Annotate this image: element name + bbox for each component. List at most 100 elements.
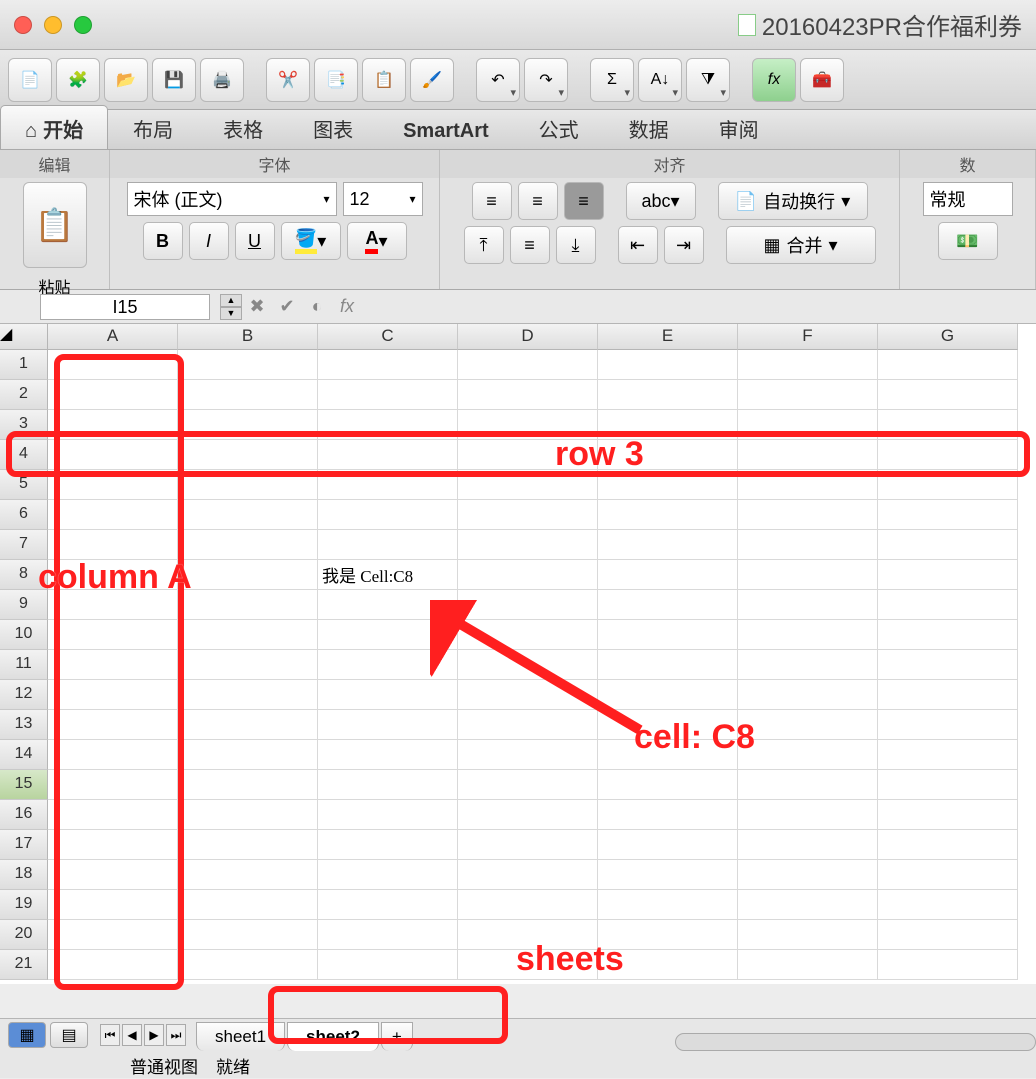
- font-size-combo[interactable]: 12▾: [343, 182, 423, 216]
- col-header-E[interactable]: E: [598, 324, 738, 350]
- cell[interactable]: [48, 680, 178, 710]
- cell[interactable]: [48, 530, 178, 560]
- cell[interactable]: [458, 350, 598, 380]
- col-header-B[interactable]: B: [178, 324, 318, 350]
- cell[interactable]: [318, 380, 458, 410]
- open-button[interactable]: 📂: [104, 58, 148, 102]
- row-header-16[interactable]: 16: [0, 800, 48, 830]
- cell[interactable]: [458, 530, 598, 560]
- align-top-button[interactable]: ⤒: [464, 226, 504, 264]
- sheet-tab-1[interactable]: sheet1: [196, 1022, 285, 1051]
- cell[interactable]: [598, 680, 738, 710]
- cell[interactable]: [48, 950, 178, 980]
- cell[interactable]: [738, 710, 878, 740]
- cell[interactable]: [178, 650, 318, 680]
- cell[interactable]: [598, 500, 738, 530]
- row-header-2[interactable]: 2: [0, 380, 48, 410]
- cell[interactable]: [878, 500, 1018, 530]
- paste-button[interactable]: 📋: [362, 58, 406, 102]
- cell[interactable]: [318, 680, 458, 710]
- print-button[interactable]: 🖨️: [200, 58, 244, 102]
- cell[interactable]: [178, 470, 318, 500]
- align-left-button[interactable]: ≡: [472, 182, 512, 220]
- cell[interactable]: [458, 500, 598, 530]
- cell[interactable]: [178, 440, 318, 470]
- cell[interactable]: [178, 410, 318, 440]
- fill-color-button[interactable]: 🪣 ▾: [281, 222, 341, 260]
- tab-smartart[interactable]: SmartArt: [378, 111, 514, 149]
- tab-table[interactable]: 表格: [198, 105, 288, 149]
- bold-button[interactable]: B: [143, 222, 183, 260]
- cell[interactable]: [178, 710, 318, 740]
- align-right-button[interactable]: ≡: [564, 182, 604, 220]
- cell[interactable]: [178, 860, 318, 890]
- row-header-5[interactable]: 5: [0, 470, 48, 500]
- sheet-tab-2[interactable]: sheet2: [287, 1022, 379, 1051]
- minimize-window-button[interactable]: [44, 16, 62, 34]
- cell[interactable]: [318, 920, 458, 950]
- cell[interactable]: [598, 890, 738, 920]
- cell[interactable]: [598, 830, 738, 860]
- sheet-nav[interactable]: ⏮◀▶⏭: [100, 1024, 186, 1046]
- cell[interactable]: [598, 350, 738, 380]
- cell[interactable]: [48, 740, 178, 770]
- cell[interactable]: [738, 920, 878, 950]
- tab-formula[interactable]: 公式: [514, 105, 604, 149]
- underline-button[interactable]: U: [235, 222, 275, 260]
- cell[interactable]: [48, 920, 178, 950]
- cell[interactable]: [598, 530, 738, 560]
- italic-button[interactable]: I: [189, 222, 229, 260]
- cell[interactable]: [738, 680, 878, 710]
- merge-button[interactable]: ▦合并▾: [726, 226, 876, 264]
- cell[interactable]: [48, 440, 178, 470]
- zoom-window-button[interactable]: [74, 16, 92, 34]
- tab-home[interactable]: 开始: [0, 105, 108, 149]
- normal-view-button[interactable]: ▦: [8, 1022, 46, 1048]
- row-header-7[interactable]: 7: [0, 530, 48, 560]
- row-header-14[interactable]: 14: [0, 740, 48, 770]
- spreadsheet-grid[interactable]: ◢ A B C D E F G 123456789101112131415161…: [0, 324, 1036, 984]
- undo-button[interactable]: ↶: [476, 58, 520, 102]
- cell[interactable]: [458, 770, 598, 800]
- cell[interactable]: [48, 830, 178, 860]
- tab-data[interactable]: 数据: [604, 105, 694, 149]
- cut-button[interactable]: ✂️: [266, 58, 310, 102]
- cell[interactable]: [318, 470, 458, 500]
- cell[interactable]: [318, 890, 458, 920]
- cell[interactable]: [458, 560, 598, 590]
- row-header-18[interactable]: 18: [0, 860, 48, 890]
- cell[interactable]: [878, 620, 1018, 650]
- cell[interactable]: [178, 740, 318, 770]
- cell[interactable]: [178, 620, 318, 650]
- currency-button[interactable]: 💵: [938, 222, 998, 260]
- col-header-F[interactable]: F: [738, 324, 878, 350]
- cell[interactable]: [738, 740, 878, 770]
- row-header-4[interactable]: 4: [0, 440, 48, 470]
- format-painter-button[interactable]: 🖌️: [410, 58, 454, 102]
- cell[interactable]: [598, 380, 738, 410]
- cell[interactable]: [178, 800, 318, 830]
- row-header-11[interactable]: 11: [0, 650, 48, 680]
- paste-big-button[interactable]: 📋: [23, 182, 87, 268]
- cell[interactable]: [458, 830, 598, 860]
- row-header-6[interactable]: 6: [0, 500, 48, 530]
- col-header-A[interactable]: A: [48, 324, 178, 350]
- cell[interactable]: [878, 740, 1018, 770]
- cell[interactable]: [738, 830, 878, 860]
- close-window-button[interactable]: [14, 16, 32, 34]
- align-bottom-button[interactable]: ⤓: [556, 226, 596, 264]
- cell[interactable]: [878, 830, 1018, 860]
- cell[interactable]: [178, 920, 318, 950]
- cell[interactable]: [458, 740, 598, 770]
- horizontal-scrollbar[interactable]: [675, 1033, 1036, 1051]
- cell[interactable]: [178, 500, 318, 530]
- cell[interactable]: [738, 560, 878, 590]
- cell[interactable]: [48, 770, 178, 800]
- cell-C8[interactable]: 我是 Cell:C8: [318, 560, 458, 590]
- cell[interactable]: [738, 350, 878, 380]
- cell[interactable]: [458, 680, 598, 710]
- cell[interactable]: [178, 560, 318, 590]
- cell[interactable]: [178, 770, 318, 800]
- cell[interactable]: [878, 440, 1018, 470]
- orientation-button[interactable]: abc▾: [626, 182, 696, 220]
